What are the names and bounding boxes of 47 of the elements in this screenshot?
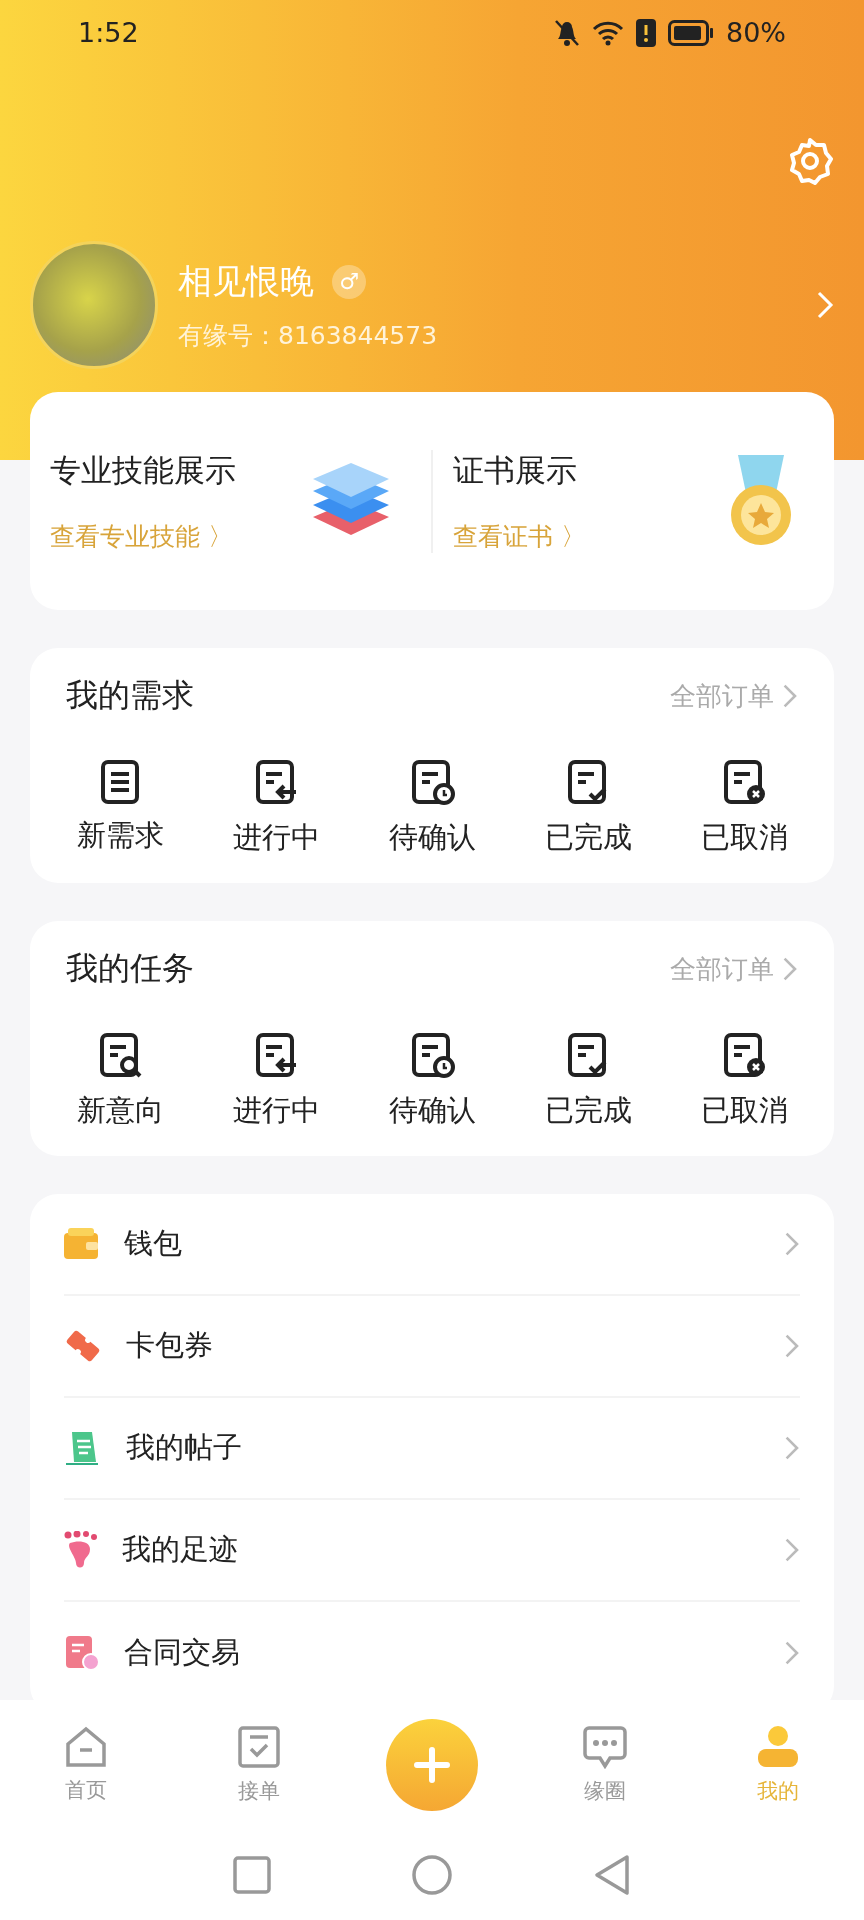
alert-icon bbox=[636, 18, 656, 47]
battery-icon bbox=[668, 19, 714, 46]
menu-item[interactable]: 卡包券 bbox=[126, 1326, 761, 1366]
user-id: 有缘号：8163844573 bbox=[178, 319, 439, 352]
showcase-title: 证书展示 bbox=[453, 450, 578, 490]
order-status-button[interactable]: 进行中 bbox=[198, 758, 354, 858]
order-status-button[interactable]: 新意向 bbox=[42, 1031, 198, 1131]
user-icon bbox=[755, 1725, 800, 1769]
chevron-right-icon bbox=[782, 683, 798, 709]
chevron-right-icon bbox=[784, 1537, 800, 1563]
showcase-title: 专业技能展示 bbox=[50, 450, 236, 490]
order-status-button[interactable]: 已取消 bbox=[666, 1031, 822, 1131]
battery-percent: 80% bbox=[726, 17, 786, 48]
contract-icon bbox=[64, 1634, 100, 1672]
order-status-button[interactable]: 已完成 bbox=[510, 1031, 666, 1131]
order-status-button[interactable]: 待确认 bbox=[354, 758, 510, 858]
order-status-button[interactable]: 已取消 bbox=[666, 758, 822, 858]
chevron-right-icon bbox=[816, 290, 834, 320]
chevron-right-icon bbox=[784, 1435, 800, 1461]
plus-icon bbox=[414, 1747, 450, 1783]
menu-item[interactable]: 我的帖子 bbox=[126, 1428, 761, 1468]
section-title: 我的任务 bbox=[66, 948, 194, 989]
back-icon[interactable] bbox=[593, 1854, 631, 1896]
wifi-icon bbox=[592, 19, 624, 46]
footprint-icon bbox=[64, 1531, 98, 1569]
chat-bubble-icon bbox=[582, 1725, 627, 1769]
order-status-button[interactable]: 待确认 bbox=[354, 1031, 510, 1131]
chevron-right-icon bbox=[784, 1333, 800, 1359]
checklist-icon bbox=[237, 1725, 282, 1769]
user-name: 相见恨晚 bbox=[178, 259, 314, 303]
section-title: 我的需求 bbox=[66, 675, 194, 716]
chevron-right-icon bbox=[784, 1640, 800, 1666]
status-time: 1:52 bbox=[78, 17, 139, 48]
home-icon bbox=[64, 1726, 109, 1768]
recent-apps-icon[interactable] bbox=[233, 1856, 271, 1894]
menu-item[interactable]: 合同交易 bbox=[124, 1633, 761, 1673]
bell-off-icon bbox=[554, 18, 580, 47]
gender-badge: ♂ bbox=[332, 264, 366, 299]
order-status-button[interactable]: 新需求 bbox=[42, 758, 198, 858]
menu-item[interactable]: 我的足迹 bbox=[122, 1530, 761, 1570]
home-circle-icon[interactable] bbox=[411, 1854, 453, 1896]
wallet-icon bbox=[64, 1227, 100, 1261]
order-status-button[interactable]: 进行中 bbox=[198, 1031, 354, 1131]
chevron-right-icon bbox=[782, 956, 798, 982]
chevron-right-icon bbox=[784, 1231, 800, 1257]
order-status-button[interactable]: 已完成 bbox=[510, 758, 666, 858]
menu-item[interactable]: 钱包 bbox=[124, 1224, 761, 1264]
